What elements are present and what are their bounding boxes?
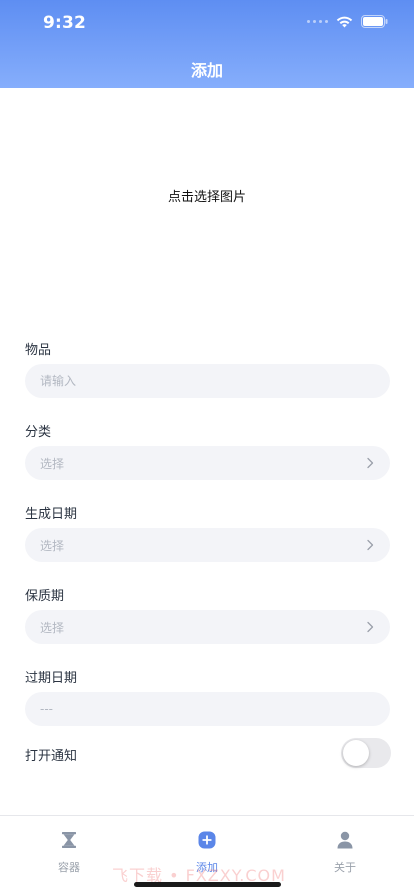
- tab-label: 关于: [334, 861, 356, 874]
- user-icon: [337, 831, 353, 849]
- image-picker[interactable]: 点击选择图片: [0, 88, 414, 303]
- expiry-date-label: 过期日期: [25, 671, 78, 686]
- category-select[interactable]: 选择: [25, 446, 390, 480]
- expiry-date-value: ---: [40, 702, 53, 716]
- tab-about[interactable]: 关于: [276, 816, 414, 886]
- chevron-right-icon: [367, 457, 374, 469]
- status-icons: [307, 15, 388, 28]
- expiry-date-field: ---: [25, 692, 390, 726]
- category-placeholder: 选择: [40, 456, 65, 471]
- image-picker-label: 点击选择图片: [167, 190, 246, 205]
- wifi-icon: [336, 16, 353, 27]
- hourglass-icon: [62, 832, 76, 848]
- item-field[interactable]: [25, 364, 390, 398]
- chevron-right-icon: [367, 539, 374, 551]
- shelf-life-select[interactable]: 选择: [25, 610, 390, 644]
- tab-label: 容器: [58, 861, 80, 874]
- category-label: 分类: [25, 425, 52, 440]
- production-date-label: 生成日期: [25, 507, 78, 522]
- item-input[interactable]: [40, 374, 375, 388]
- notification-toggle[interactable]: [341, 738, 391, 768]
- notification-label: 打开通知: [25, 749, 78, 764]
- production-date-placeholder: 选择: [40, 538, 65, 553]
- status-time: 9:32: [43, 13, 87, 33]
- shelf-life-placeholder: 选择: [40, 620, 65, 635]
- page-title: 添加: [190, 61, 223, 80]
- toggle-knob: [343, 740, 369, 766]
- home-indicator: [134, 882, 281, 887]
- header: 9:32 添加: [0, 0, 414, 88]
- chevron-right-icon: [367, 621, 374, 633]
- shelf-life-label: 保质期: [25, 589, 65, 604]
- status-bar: 9:32: [0, 0, 414, 44]
- signal-icon: [307, 20, 328, 23]
- battery-icon: [361, 15, 388, 28]
- production-date-select[interactable]: 选择: [25, 528, 390, 562]
- item-label: 物品: [25, 343, 52, 358]
- plus-circle-icon: [198, 831, 216, 849]
